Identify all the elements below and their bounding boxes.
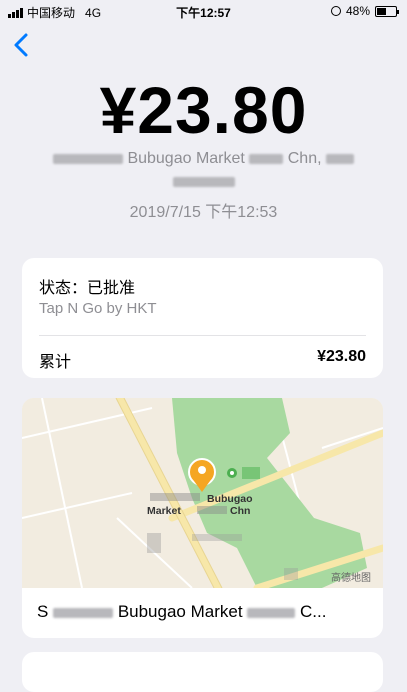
merchant-suffix: Chn, bbox=[287, 150, 326, 167]
caption-right: C... bbox=[300, 602, 327, 621]
divider bbox=[39, 335, 366, 336]
map-view[interactable]: Bubugao Market Chn 高德地图 bbox=[22, 398, 383, 588]
total-label: 累计 bbox=[39, 354, 72, 371]
next-card[interactable] bbox=[22, 652, 383, 692]
battery-icon bbox=[375, 5, 399, 17]
caption-main: Bubugao Market bbox=[117, 602, 243, 621]
poi-label-1: Bubugao bbox=[207, 493, 253, 505]
map-location-caption[interactable]: S Bubugao Market C... bbox=[37, 602, 326, 622]
back-button[interactable] bbox=[12, 32, 36, 58]
map-attribution: 高德地图 bbox=[331, 571, 371, 584]
status-bar: 中国移动 4G 下午12:57 48% bbox=[0, 0, 407, 22]
transaction-datetime: 2019/7/15 下午12:53 bbox=[129, 204, 278, 221]
caption-left: S bbox=[37, 602, 49, 621]
approval-status: 状态：已批准 bbox=[39, 280, 136, 297]
transaction-details-card: 状态：已批准 Tap N Go by HKT 累计 ¥23.80 bbox=[22, 258, 383, 378]
transaction-amount: ¥23.80 bbox=[99, 73, 308, 147]
poi-label-3: Chn bbox=[230, 505, 250, 517]
merchant-name: Bubugao Market Chn, bbox=[22, 147, 385, 193]
battery-percent: 48% bbox=[345, 4, 370, 18]
payment-network: Tap N Go by HKT bbox=[39, 300, 157, 317]
rotation-lock-icon bbox=[330, 6, 341, 16]
merchant-location-card[interactable]: Bubugao Market Chn 高德地图 S Bubugao Market… bbox=[22, 398, 383, 638]
total-value: ¥23.80 bbox=[317, 348, 366, 365]
merchant-visible: Bubugao Market bbox=[127, 150, 245, 167]
poi-label-2: Market bbox=[147, 505, 181, 517]
chevron-left-icon bbox=[14, 33, 28, 57]
